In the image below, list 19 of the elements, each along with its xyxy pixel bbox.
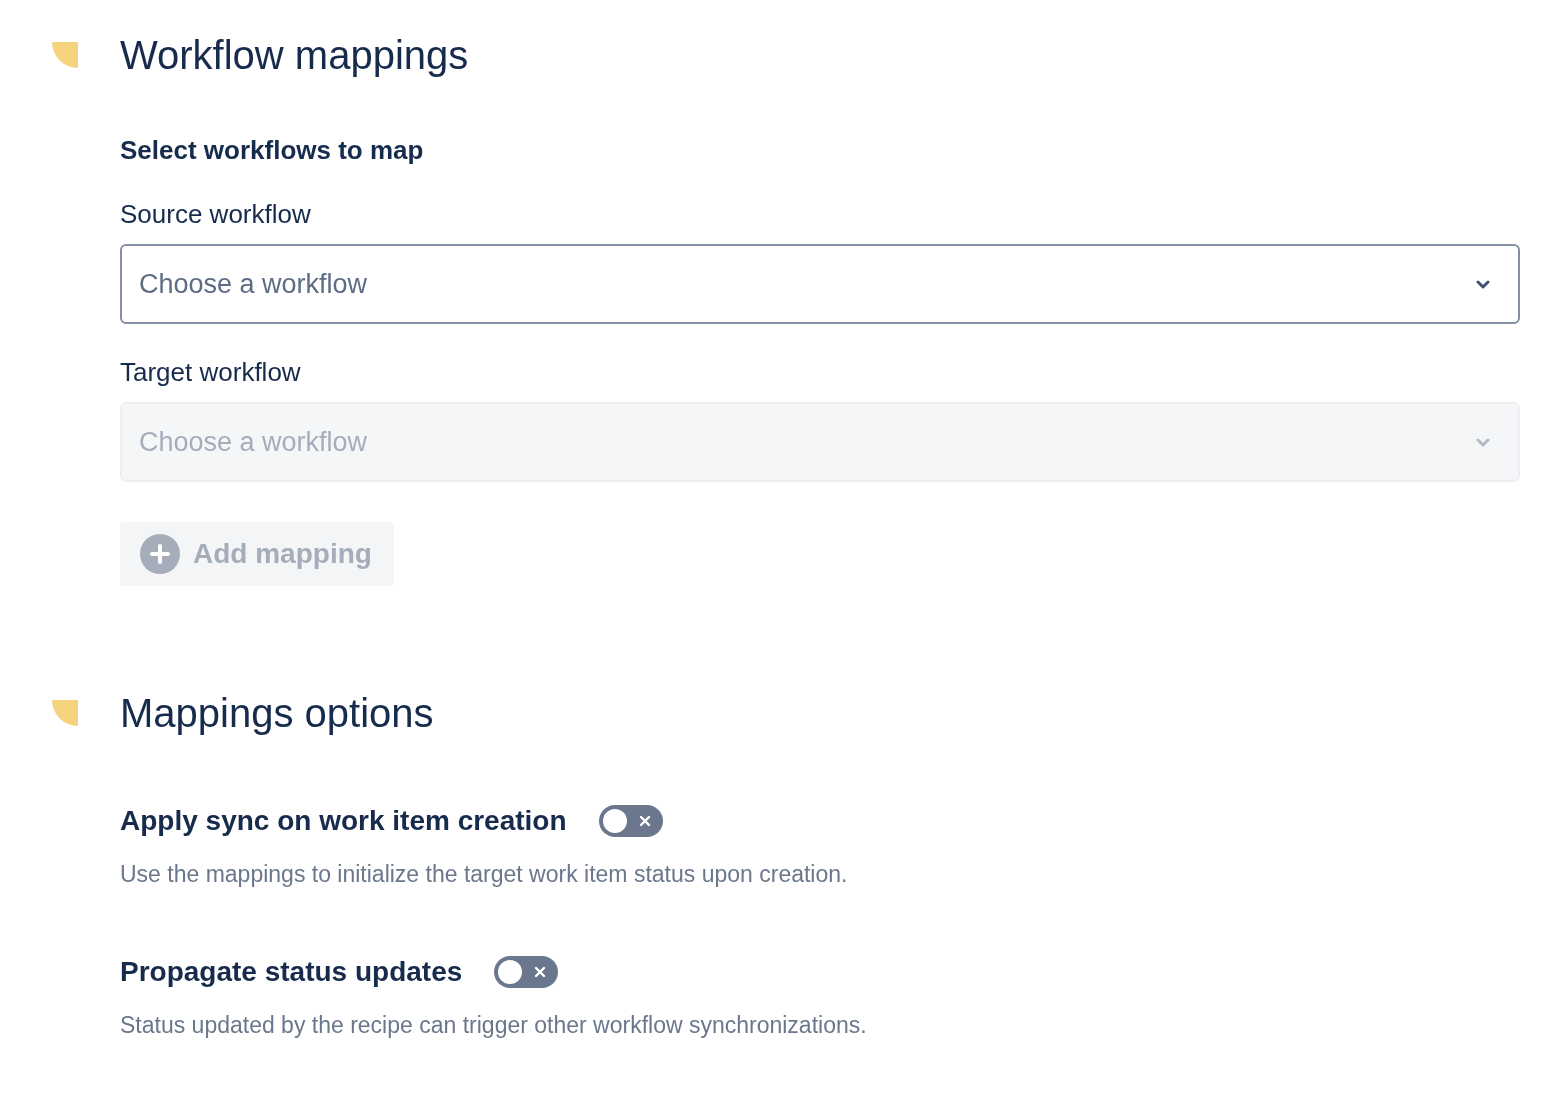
option-description: Status updated by the recipe can trigger other workflow synchronizations.	[120, 1011, 868, 1039]
toggle-switch[interactable]	[494, 956, 559, 988]
cross-icon	[638, 815, 651, 827]
chevron-down-icon	[1476, 279, 1490, 289]
cross-icon	[534, 966, 547, 978]
plus-circle-icon	[140, 534, 180, 574]
toggle-knob	[602, 809, 627, 833]
option-label: Propagate status updates	[120, 955, 463, 989]
section-title: Workflow mappings	[120, 32, 469, 79]
option-description: Use the mappings to initialize the target work item status upon creation.	[120, 860, 849, 888]
toggle-switch[interactable]	[598, 805, 663, 837]
option-label: Apply sync on work item creation	[120, 804, 567, 838]
workflow-select[interactable]: Choose a workflow	[120, 244, 1520, 324]
field-label: Source workflow	[120, 198, 312, 230]
section-subtitle: Select workflows to map	[120, 134, 425, 166]
chevron-down-icon	[1476, 437, 1490, 447]
field-label: Target workflow	[120, 356, 302, 388]
section-title: Mappings options	[120, 690, 434, 737]
toggle-knob	[498, 960, 523, 984]
